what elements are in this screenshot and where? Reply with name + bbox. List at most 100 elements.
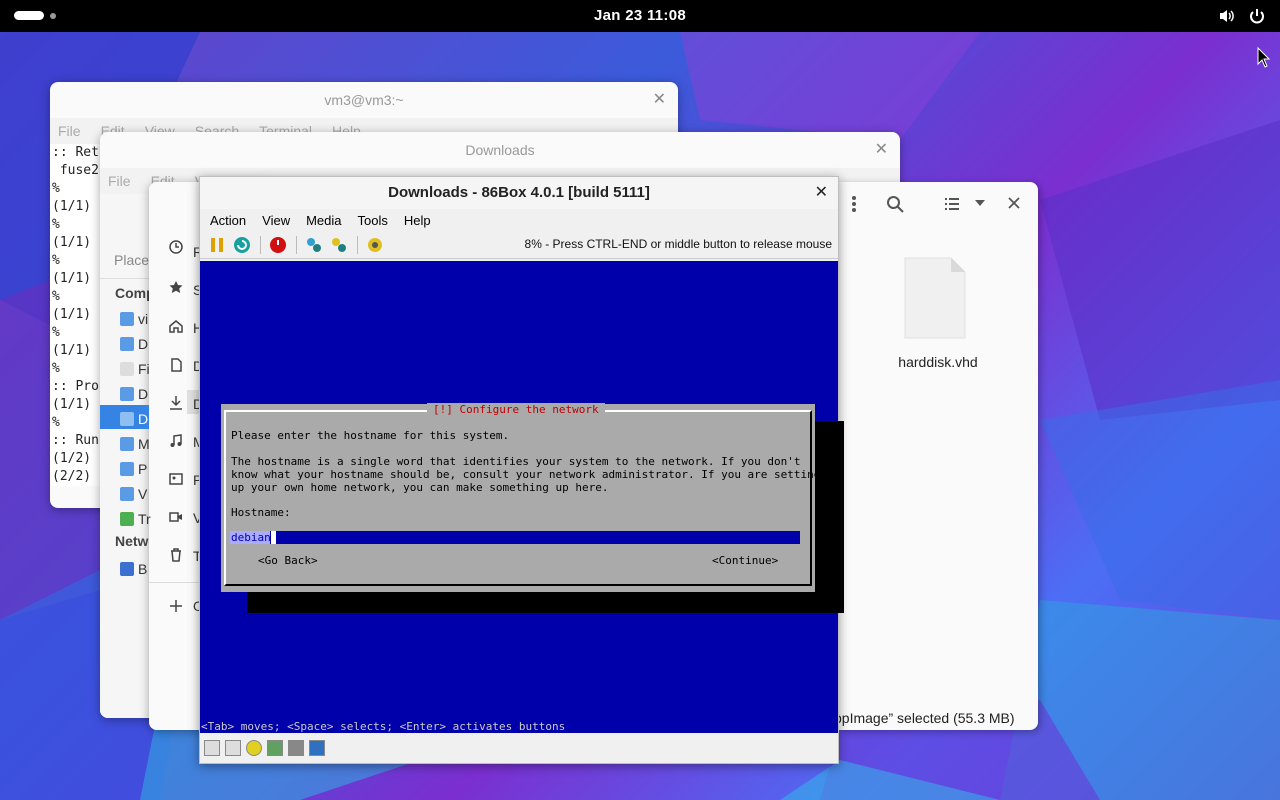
network-label: Netw [115, 533, 149, 549]
list-item[interactable]: Fi [120, 356, 150, 381]
list-item-selected[interactable]: D [120, 406, 148, 431]
selection-status: ppImage” selected (55.3 MB) [826, 706, 1030, 730]
menu-tools[interactable]: Tools [358, 213, 388, 228]
trash-icon [120, 511, 134, 526]
list-item-label: B [138, 560, 148, 577]
downloads-title: Downloads [465, 142, 535, 158]
installer-dialog: [!] Configure the network Please enter t… [221, 403, 844, 613]
network-card-icon[interactable] [288, 740, 304, 756]
installer-help-line: <Tab> moves; <Space> selects; <Enter> ac… [201, 720, 566, 733]
list-item-label: Fi [138, 360, 150, 377]
list-view-icon[interactable] [944, 196, 960, 212]
folder-icon [120, 486, 134, 501]
plus-icon[interactable] [169, 599, 183, 613]
close-icon[interactable]: ✕ [815, 177, 828, 209]
document-icon [171, 358, 182, 372]
folder-icon [120, 411, 134, 426]
list-item-label: V [138, 485, 148, 502]
folder-icon [120, 436, 134, 451]
cdrom-drive-icon[interactable] [246, 740, 262, 756]
home-icon [169, 320, 183, 333]
86box-menubar: Action View Media Tools Help [200, 209, 838, 231]
ctrl-alt-esc-icon[interactable] [330, 236, 348, 254]
floppy-drive-icon[interactable] [225, 740, 241, 756]
86box-title: Downloads - 86Box 4.0.1 [build 5111] [388, 184, 650, 201]
folder-icon [120, 311, 134, 326]
top-bar: Jan 23 11:08 [0, 0, 1280, 32]
emulator-screen[interactable]: [!] Configure the network Please enter t… [200, 261, 844, 734]
mouse-cursor-icon [1257, 47, 1271, 68]
folder-icon [120, 336, 134, 351]
86box-toolbar: 8% - Press CTRL-END or middle button to … [200, 231, 838, 259]
picture-icon [169, 473, 183, 485]
menu-action[interactable]: Action [210, 213, 246, 228]
pause-icon[interactable] [208, 236, 226, 254]
floppy-drive-icon[interactable] [204, 740, 220, 756]
hard-disk-icon[interactable] [267, 740, 283, 756]
downloads-titlebar[interactable]: Downloads ✕ [100, 132, 900, 168]
settings-icon[interactable] [366, 236, 384, 254]
list-item[interactable]: B [120, 556, 147, 581]
list-item-label: D [138, 335, 149, 352]
dialog-description: The hostname is a single word that ident… [231, 455, 821, 494]
file-icon [904, 257, 966, 339]
chevron-down-icon[interactable] [974, 198, 986, 208]
hostname-input[interactable]: debian [230, 531, 800, 544]
reset-icon[interactable] [233, 236, 251, 254]
menu-file[interactable]: File [108, 173, 131, 189]
sound-icon[interactable] [309, 740, 325, 756]
86box-titlebar[interactable]: Downloads - 86Box 4.0.1 [build 5111] ✕ [200, 177, 838, 209]
list-item[interactable]: M [120, 431, 150, 456]
ctrl-alt-del-icon[interactable] [305, 236, 323, 254]
close-icon[interactable]: ✕ [653, 82, 666, 118]
close-icon[interactable]: ✕ [875, 132, 888, 168]
list-item[interactable]: D [120, 381, 148, 406]
star-icon [169, 281, 183, 293]
list-item-label: M [138, 435, 150, 452]
menu-help[interactable]: Help [404, 213, 431, 228]
music-icon [170, 434, 182, 447]
file-icon [120, 361, 134, 376]
dialog-prompt: Please enter the hostname for this syste… [231, 429, 510, 442]
list-item-label: D [138, 385, 149, 402]
downloads-device-list: vi D Fi D D M P V Tr Netw B [100, 300, 151, 600]
continue-button[interactable]: <Continue> [712, 554, 778, 567]
list-item[interactable]: vi [120, 306, 148, 331]
terminal-titlebar[interactable]: vm3@vm3:~ ✕ [50, 82, 678, 118]
list-item[interactable]: D [120, 331, 148, 356]
text-cursor [271, 531, 276, 544]
volume-icon[interactable] [1218, 7, 1236, 25]
file-name[interactable]: harddisk.vhd [878, 354, 998, 370]
more-options-icon[interactable] [850, 194, 858, 214]
list-item-label: Tr [138, 510, 151, 527]
menu-view[interactable]: View [262, 213, 290, 228]
list-item[interactable]: Tr [120, 506, 151, 531]
list-item[interactable]: V [120, 481, 147, 506]
hostname-label: Hostname: [231, 506, 291, 519]
file-item[interactable] [898, 254, 968, 347]
close-icon[interactable] [1008, 197, 1020, 209]
86box-window[interactable]: Downloads - 86Box 4.0.1 [build 5111] ✕ A… [199, 176, 844, 764]
download-icon [170, 396, 182, 410]
list-item-label: P [138, 460, 148, 477]
go-back-button[interactable]: <Go Back> [258, 554, 318, 567]
hostname-value: debian [230, 531, 271, 544]
system-tray[interactable] [1218, 7, 1266, 25]
86box-statusbar [200, 733, 838, 763]
power-icon[interactable] [1248, 7, 1266, 25]
network-icon [120, 561, 134, 576]
trash-icon [171, 548, 181, 562]
clock[interactable]: Jan 23 11:08 [0, 7, 1280, 24]
dialog-title: [!] Configure the network [427, 403, 605, 416]
clock-icon [169, 240, 183, 254]
power-off-icon[interactable] [269, 236, 287, 254]
menu-file[interactable]: File [58, 123, 81, 139]
file-manager-window[interactable]: harddisk.vhd ppImage” selected (55.3 MB) [826, 182, 1038, 730]
list-item-label: vi [138, 310, 149, 327]
mouse-capture-status: 8% - Press CTRL-END or middle button to … [524, 237, 832, 251]
search-icon[interactable] [886, 195, 904, 213]
menu-media[interactable]: Media [306, 213, 341, 228]
list-item[interactable]: P [120, 456, 147, 481]
folder-icon [120, 386, 134, 401]
list-item-label: D [138, 410, 149, 427]
